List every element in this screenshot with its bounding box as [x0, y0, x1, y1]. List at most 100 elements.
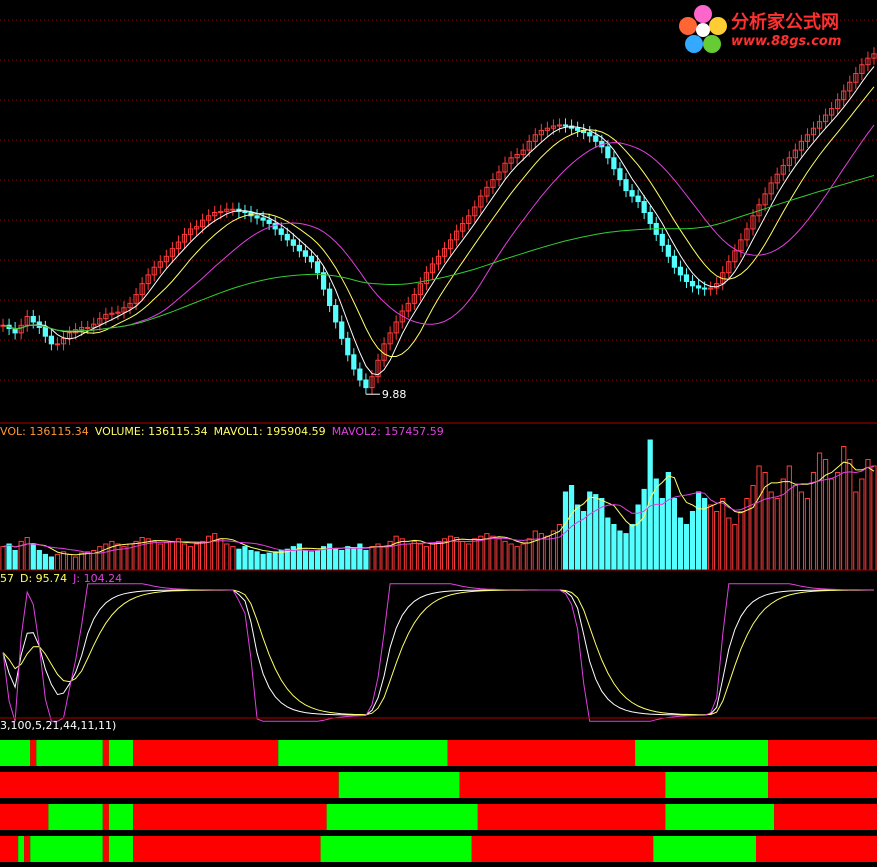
- volume-bar: [835, 472, 841, 571]
- volume-bar: [169, 540, 175, 571]
- volume-bar: [399, 538, 405, 571]
- site-logo: 分析家公式网 www.88gs.com: [675, 2, 871, 58]
- volume-bar: [502, 540, 508, 571]
- volume-bar: [617, 530, 623, 571]
- volume-bar: [460, 540, 466, 571]
- candle-body: [284, 233, 290, 241]
- volume-bar: [36, 550, 42, 571]
- volume-bar: [804, 498, 811, 571]
- volume-bar: [54, 553, 61, 571]
- kdj-lines: [2, 583, 874, 722]
- volume-bar: [677, 517, 684, 571]
- volume-bar: [714, 511, 720, 571]
- candle-body: [623, 179, 629, 192]
- volume-bar: [774, 498, 780, 571]
- candle-body: [683, 274, 690, 282]
- volume-bar: [574, 504, 581, 571]
- volume-bar: [435, 540, 442, 571]
- volume-bar: [193, 543, 200, 571]
- volume-bar: [732, 524, 738, 571]
- ma10-line: [2, 86, 875, 357]
- signal-segment: [0, 772, 339, 798]
- signal-segment: [48, 804, 103, 830]
- candle-body: [85, 326, 91, 329]
- volume-bar: [768, 491, 774, 571]
- volume-bar: [42, 553, 48, 571]
- panel-dividers: [0, 422, 877, 719]
- volume-bar: [206, 535, 212, 571]
- volume-bar: [115, 543, 121, 571]
- candle-body: [42, 326, 48, 337]
- volume-bar: [665, 472, 671, 571]
- volume-bar: [369, 546, 375, 571]
- volume-bar: [514, 546, 520, 571]
- signal-segment: [36, 740, 103, 766]
- ma5-line: [2, 66, 875, 376]
- candle-body: [254, 215, 260, 219]
- volume-bar: [405, 543, 411, 571]
- volume-bar: [187, 546, 194, 571]
- volume-bar: [224, 543, 230, 571]
- volume-bar: [635, 504, 641, 571]
- volume-bar: [550, 530, 557, 571]
- signal-segment: [447, 740, 636, 766]
- volume-bar: [260, 553, 266, 571]
- volume-bar: [272, 551, 278, 571]
- candle-body: [702, 287, 708, 290]
- volume-bar: [798, 491, 805, 571]
- volume-bar: [48, 556, 55, 571]
- candle-body: [671, 255, 677, 268]
- volume-bar: [532, 530, 538, 571]
- signal-segment: [774, 804, 877, 830]
- volume-bar: [472, 538, 478, 571]
- header-item: J: 104.24: [73, 572, 123, 585]
- candle-body: [587, 132, 593, 137]
- candle-body: [611, 157, 617, 170]
- volume-bar: [375, 543, 381, 571]
- volume-bar: [750, 485, 756, 571]
- signal-segment: [768, 740, 877, 766]
- volume-bars: [0, 439, 877, 571]
- header-item: MAVOL1: 195904.59: [213, 425, 326, 438]
- candle-body: [617, 168, 623, 181]
- volume-bar: [647, 439, 653, 571]
- volume-bar: [683, 524, 690, 571]
- volume-bar: [218, 538, 224, 571]
- volume-bar: [695, 491, 702, 571]
- volume-bar: [381, 546, 387, 571]
- volume-bar: [181, 543, 188, 571]
- volume-bar: [865, 459, 871, 571]
- candle-body: [659, 233, 665, 246]
- signal-segment: [0, 740, 31, 766]
- k-line: [2, 589, 874, 716]
- volume-bar: [423, 546, 430, 571]
- volume-bar: [720, 498, 726, 571]
- candlestick-series: [0, 47, 877, 395]
- signal-segment: [30, 836, 103, 862]
- volume-bar: [66, 553, 73, 571]
- signal-segment: [665, 772, 769, 798]
- volume-bar: [248, 550, 254, 571]
- header-item: VOL: 136115.34: [0, 425, 89, 438]
- candle-body: [363, 379, 369, 389]
- candle-body: [647, 212, 653, 224]
- volume-bar: [79, 552, 85, 571]
- signal-segment: [0, 804, 49, 830]
- candle-body: [677, 266, 684, 276]
- volume-bar: [163, 542, 169, 571]
- volume-bar: [871, 465, 877, 571]
- signal-segment: [133, 740, 279, 766]
- signal-segment: [320, 836, 472, 862]
- candle-body: [314, 261, 321, 274]
- volume-bar: [726, 517, 732, 571]
- signal-segment: [653, 836, 757, 862]
- j-line: [2, 583, 874, 722]
- signal-segment: [30, 740, 37, 766]
- candle-body: [641, 201, 647, 213]
- volume-bar: [333, 548, 339, 571]
- candle-body: [689, 280, 696, 287]
- signal-segment: [108, 804, 134, 830]
- signal-segment: [326, 804, 478, 830]
- volume-bar: [363, 550, 369, 571]
- volume-bar: [623, 533, 629, 571]
